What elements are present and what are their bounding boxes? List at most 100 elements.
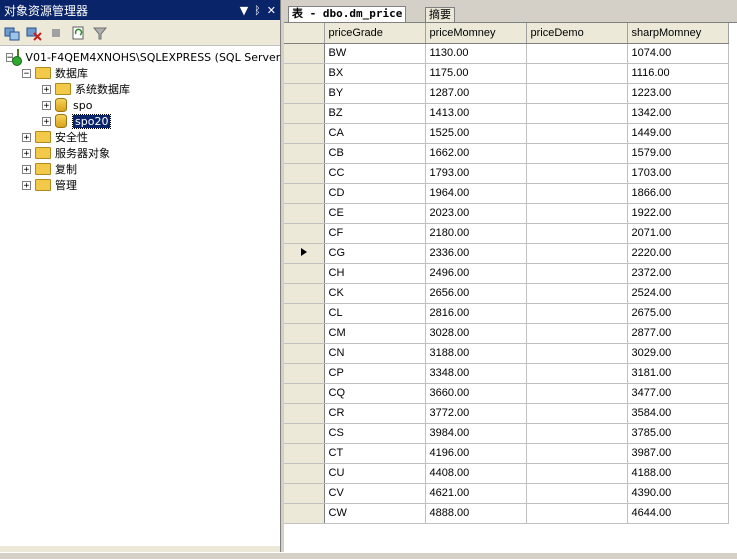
row-header[interactable] (284, 503, 325, 524)
column-header-price-momney[interactable]: priceMomney (425, 23, 527, 44)
table-row[interactable]: BX 1175.00 1116.00 (284, 63, 729, 84)
tree-node-security[interactable]: + 安全性 (0, 129, 280, 145)
grid-cell[interactable] (526, 443, 628, 464)
grid-cell[interactable]: 1964.00 (425, 183, 527, 204)
grid-cell[interactable]: 1449.00 (627, 123, 729, 144)
table-row[interactable]: CM 3028.00 2877.00 (284, 323, 729, 344)
grid-cell[interactable]: 1342.00 (627, 103, 729, 124)
row-header[interactable] (284, 283, 325, 304)
row-header[interactable] (284, 163, 325, 184)
table-row[interactable]: BW 1130.00 1074.00 (284, 43, 729, 64)
grid-cell[interactable] (526, 243, 628, 264)
expand-icon[interactable]: + (42, 100, 51, 110)
grid-cell[interactable]: CE (324, 203, 426, 224)
row-header[interactable] (284, 363, 325, 384)
table-row[interactable]: CH 2496.00 2372.00 (284, 263, 729, 284)
grid-cell[interactable]: CA (324, 123, 426, 144)
row-header[interactable] (284, 103, 325, 124)
grid-cell[interactable]: 3660.00 (425, 383, 527, 404)
tree-node-server-objects[interactable]: + 服务器对象 (0, 145, 280, 161)
grid-cell[interactable]: CB (324, 143, 426, 164)
expand-icon[interactable]: + (22, 164, 31, 174)
grid-cell[interactable]: CM (324, 323, 426, 344)
table-row[interactable]: CD 1964.00 1866.00 (284, 183, 729, 204)
row-header-corner[interactable] (284, 23, 325, 44)
table-row[interactable]: CA 1525.00 1449.00 (284, 123, 729, 144)
grid-cell[interactable] (526, 323, 628, 344)
grid-cell[interactable] (526, 363, 628, 384)
table-row[interactable]: BZ 1413.00 1342.00 (284, 103, 729, 124)
table-row[interactable]: CU 4408.00 4188.00 (284, 463, 729, 484)
table-row[interactable]: CT 4196.00 3987.00 (284, 443, 729, 464)
grid-cell[interactable]: 3984.00 (425, 423, 527, 444)
tab-table-dm-price[interactable]: 表 - dbo.dm_price (288, 6, 407, 22)
tree-node-db-spo[interactable]: + spo (0, 97, 280, 113)
grid-cell[interactable] (526, 183, 628, 204)
grid-cell[interactable] (526, 283, 628, 304)
grid-cell[interactable] (526, 83, 628, 104)
row-header[interactable] (284, 263, 325, 284)
grid-cell[interactable]: 4188.00 (627, 463, 729, 484)
grid-cell[interactable]: 1525.00 (425, 123, 527, 144)
grid-cell[interactable]: 1116.00 (627, 63, 729, 84)
grid-cell[interactable]: 4621.00 (425, 483, 527, 504)
grid-cell[interactable]: CR (324, 403, 426, 424)
tab-summary[interactable]: 摘要 (425, 7, 455, 22)
grid-cell[interactable]: 2023.00 (425, 203, 527, 224)
grid-cell[interactable]: 1175.00 (425, 63, 527, 84)
row-header[interactable] (284, 143, 325, 164)
grid-cell[interactable]: 3188.00 (425, 343, 527, 364)
row-header[interactable] (284, 403, 325, 424)
grid-cell[interactable] (526, 503, 628, 524)
grid-cell[interactable]: 2180.00 (425, 223, 527, 244)
grid-cell[interactable]: 3348.00 (425, 363, 527, 384)
row-header[interactable] (284, 83, 325, 104)
disconnect-icon[interactable] (26, 25, 42, 41)
grid-cell[interactable]: 1413.00 (425, 103, 527, 124)
table-row[interactable]: CN 3188.00 3029.00 (284, 343, 729, 364)
grid-cell[interactable]: 2336.00 (425, 243, 527, 264)
pin-icon[interactable]: ᛒ (254, 4, 261, 17)
table-row[interactable]: CS 3984.00 3785.00 (284, 423, 729, 444)
grid-cell[interactable]: CW (324, 503, 426, 524)
expand-icon[interactable]: + (22, 148, 31, 158)
grid-cell[interactable]: 4196.00 (425, 443, 527, 464)
grid-cell[interactable]: 2071.00 (627, 223, 729, 244)
row-header[interactable] (284, 343, 325, 364)
expand-icon[interactable]: + (22, 180, 31, 190)
grid-cell[interactable]: CQ (324, 383, 426, 404)
grid-cell[interactable]: 1662.00 (425, 143, 527, 164)
table-row[interactable]: CQ 3660.00 3477.00 (284, 383, 729, 404)
row-header[interactable] (284, 463, 325, 484)
grid-cell[interactable]: 1922.00 (627, 203, 729, 224)
grid-cell[interactable]: CG (324, 243, 426, 264)
grid-cell[interactable] (526, 383, 628, 404)
expand-icon[interactable]: + (42, 116, 51, 126)
grid-cell[interactable] (526, 423, 628, 444)
grid-cell[interactable]: 3785.00 (627, 423, 729, 444)
tree-node-replication[interactable]: + 复制 (0, 161, 280, 177)
grid-cell[interactable]: BZ (324, 103, 426, 124)
table-row[interactable]: CG 2336.00 2220.00 (284, 243, 729, 264)
grid-cell[interactable]: 2877.00 (627, 323, 729, 344)
refresh-icon[interactable] (70, 25, 86, 41)
grid-cell[interactable]: CN (324, 343, 426, 364)
tree-node-system-databases[interactable]: + 系统数据库 (0, 81, 280, 97)
expand-icon[interactable]: + (42, 84, 51, 94)
row-header[interactable] (284, 183, 325, 204)
column-header-price-demo[interactable]: priceDemo (526, 23, 628, 44)
grid-cell[interactable]: 2220.00 (627, 243, 729, 264)
column-header-sharp-momney[interactable]: sharpMomney (627, 23, 729, 44)
grid-cell[interactable] (526, 43, 628, 64)
grid-cell[interactable]: 3584.00 (627, 403, 729, 424)
grid-cell[interactable]: 1287.00 (425, 83, 527, 104)
grid-cell[interactable]: 3477.00 (627, 383, 729, 404)
grid-cell[interactable]: 2524.00 (627, 283, 729, 304)
grid-cell[interactable]: CD (324, 183, 426, 204)
table-row[interactable]: CC 1793.00 1703.00 (284, 163, 729, 184)
grid-cell[interactable]: 1703.00 (627, 163, 729, 184)
row-header[interactable] (284, 63, 325, 84)
grid-cell[interactable]: 1579.00 (627, 143, 729, 164)
grid-cell[interactable]: 1130.00 (425, 43, 527, 64)
tree-node-db-spo20[interactable]: + spo20 (0, 113, 280, 129)
